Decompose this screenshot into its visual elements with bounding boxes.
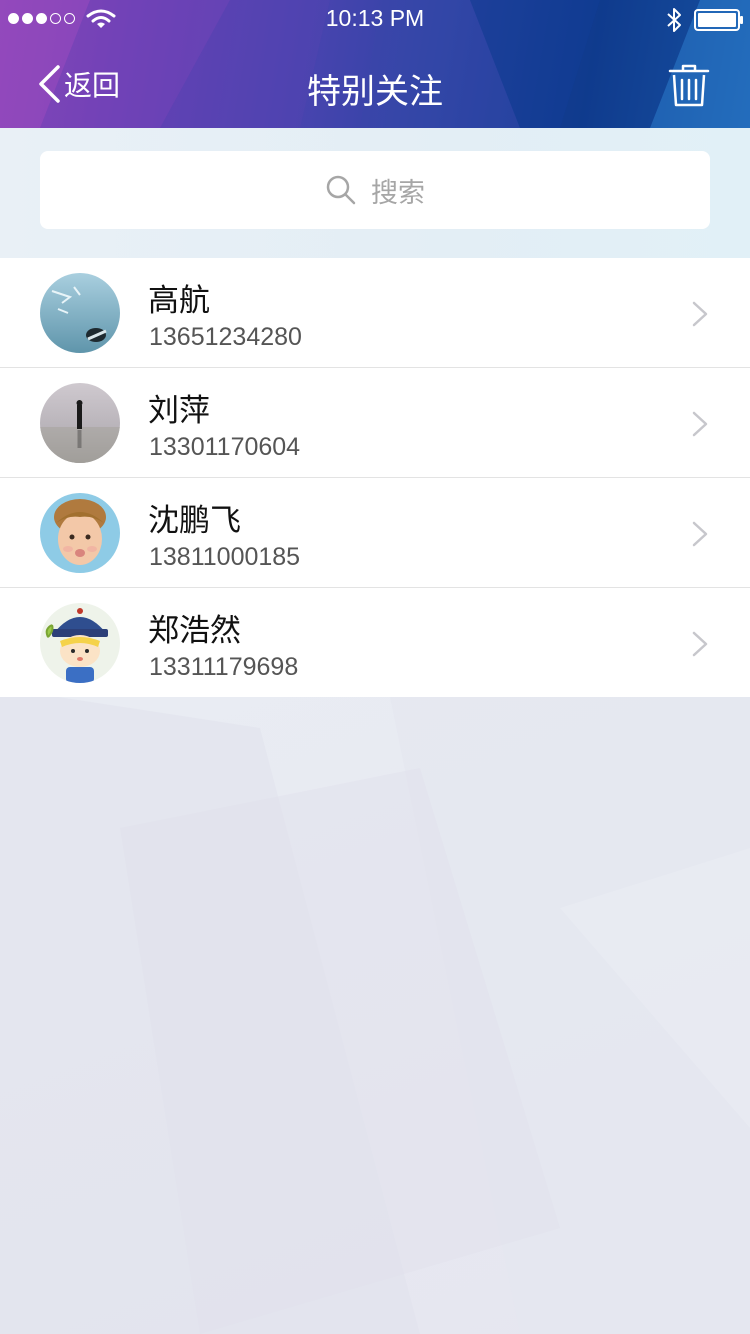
battery-icon <box>694 9 743 31</box>
avatar <box>40 603 120 683</box>
status-bar: 10:13 PM <box>0 0 750 40</box>
trash-icon[interactable] <box>666 62 712 108</box>
header: 10:13 PM 返回 特别关注 <box>0 0 750 128</box>
contact-row[interactable]: 郑浩然 13311179698 <box>0 588 750 697</box>
contact-name: 郑浩然 <box>148 613 241 649</box>
page-title: 特别关注 <box>307 72 443 112</box>
chevron-right-icon <box>692 631 708 657</box>
contact-row[interactable]: 沈鹏飞 13811000185 <box>0 478 750 588</box>
contact-name: 高航 <box>148 283 210 319</box>
avatar <box>40 273 120 353</box>
status-time: 10:13 PM <box>325 5 425 31</box>
contact-phone: 13301170604 <box>149 433 301 461</box>
contact-name: 沈鹏飞 <box>148 503 241 539</box>
contact-name: 刘萍 <box>148 393 210 429</box>
avatar <box>40 383 120 463</box>
contact-phone: 13311179698 <box>149 653 299 681</box>
contact-row[interactable]: 高航 13651234280 <box>0 258 750 368</box>
search-input[interactable]: 搜索 <box>40 151 710 229</box>
avatar <box>40 493 120 573</box>
contact-row[interactable]: 刘萍 13301170604 <box>0 368 750 478</box>
search-bar-container: 搜索 <box>0 128 750 258</box>
contact-list: 高航 13651234280 刘萍 13301170604 沈鹏飞 138110… <box>0 258 750 697</box>
chevron-right-icon <box>692 521 708 547</box>
search-icon <box>326 175 356 205</box>
chevron-right-icon <box>692 411 708 437</box>
contact-phone: 13651234280 <box>149 323 302 351</box>
nav-bar: 返回 特别关注 <box>0 40 750 128</box>
bluetooth-icon <box>667 8 681 32</box>
search-placeholder: 搜索 <box>371 177 425 209</box>
contact-phone: 13811000185 <box>149 543 301 571</box>
chevron-right-icon <box>692 301 708 327</box>
